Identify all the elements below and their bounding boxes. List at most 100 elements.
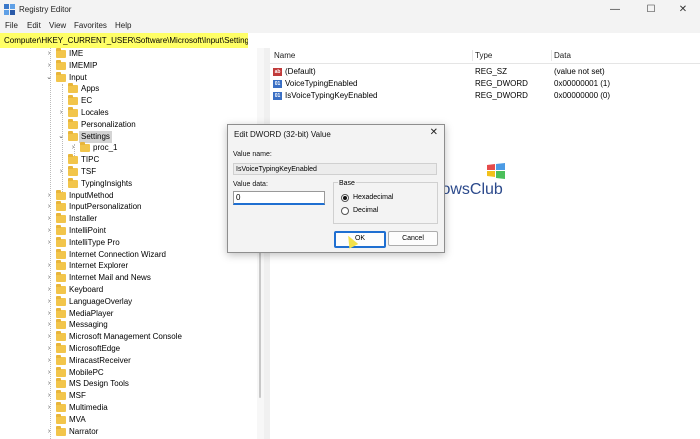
chevron-right-icon[interactable]: › [45,213,53,225]
chevron-right-icon[interactable]: › [57,107,65,119]
chevron-right-icon[interactable]: › [45,237,53,249]
chevron-right-icon[interactable]: › [57,166,65,178]
tree-scrollbar-thumb[interactable] [259,248,261,398]
tree-item-label: MSF [69,391,86,401]
chevron-right-icon[interactable]: › [45,390,53,402]
value-name-field: IsVoiceTypingKeyEnabled [233,163,437,175]
menu-help[interactable]: Help [115,21,131,30]
chevron-right-icon[interactable]: › [69,142,77,154]
chevron-right-icon[interactable]: › [45,319,53,331]
chevron-right-icon[interactable]: › [45,48,53,60]
hexadecimal-radio[interactable] [341,194,349,202]
chevron-right-icon[interactable]: › [45,343,53,355]
chevron-right-icon[interactable]: › [45,331,53,343]
column-type-header[interactable]: Type [475,51,492,60]
menu-view[interactable]: View [49,21,66,30]
chevron-right-icon[interactable]: › [45,378,53,390]
tree-item-label: Internet Explorer [69,261,129,271]
folder-icon [56,354,66,365]
chevron-right-icon[interactable]: › [45,190,53,202]
tree-item-label: Internet Mail and News [69,273,151,283]
menu-file[interactable]: File [5,21,18,30]
folder-icon [56,71,66,82]
maximize-button[interactable]: ☐ [634,0,668,20]
chevron-right-icon[interactable]: › [45,367,53,379]
registry-editor-icon [4,4,15,15]
tree-item-label: Locales [81,108,109,117]
list-item[interactable]: ab (Default) REG_SZ (value not set) [270,66,700,78]
tree-item-label: Messaging [69,320,108,330]
list-item[interactable]: 01 VoiceTypingEnabled REG_DWORD 0x00000001 … [270,78,700,90]
folder-icon [68,177,78,188]
tree-item-label: MediaPlayer [69,308,114,318]
tree-item-label: IME [69,49,84,58]
tree-item-label: IntelliType Pro [69,237,120,247]
folder-icon [56,307,66,318]
address-bar[interactable]: Computer\HKEY_CURRENT_USER\Software\Micr… [0,33,700,49]
column-separator[interactable] [551,50,552,61]
chevron-right-icon[interactable]: › [45,355,53,367]
column-separator[interactable] [472,50,473,61]
cancel-button[interactable]: Cancel [388,231,438,246]
watermark-logo-icon [487,163,505,179]
chevron-right-icon[interactable]: › [45,296,53,308]
chevron-right-icon[interactable]: › [45,60,53,72]
chevron-right-icon[interactable]: › [45,260,53,272]
menu-edit[interactable]: Edit [27,21,41,30]
tree-item-label: Microsoft Management Console [69,332,182,342]
ok-button[interactable]: OK [334,231,386,248]
cell-name: IsVoiceTypingKeyEnabled [285,91,378,100]
chevron-right-icon[interactable]: › [45,426,53,438]
folder-icon [56,236,66,247]
dialog-close-button[interactable]: ✕ [430,127,438,138]
chevron-right-icon[interactable]: › [45,225,53,237]
folder-icon [80,142,90,153]
folder-icon [68,95,78,106]
registry-tree[interactable]: › IME › IMEMIP ⌄ Input Apps EC › Locales Personali… [0,48,264,439]
hexadecimal-label[interactable]: Hexadecimal [353,194,393,201]
edit-dword-dialog: Edit DWORD (32-bit) Value ✕ Value name: … [227,124,445,253]
folder-icon [56,201,66,212]
tree-item-label: Apps [81,84,100,94]
folder-icon [56,331,66,342]
minimize-button[interactable]: — [598,0,632,20]
folder-icon [68,130,78,141]
tree-item-label: TSF [81,167,97,176]
chevron-right-icon[interactable]: › [45,284,53,296]
binary-value-icon: 01 [273,92,282,100]
chevron-right-icon[interactable]: › [45,201,53,213]
tree-item-label: Internet Connection Wizard [69,249,166,259]
value-data-input[interactable]: 0 [233,191,325,205]
cell-type: REG_DWORD [475,91,528,100]
base-label: Base [338,180,356,187]
tree-item-label: IntelliPoint [69,226,106,235]
tree-item-label: TIPC [81,155,100,165]
tree-item-label: MobilePC [69,367,104,377]
folder-icon [68,107,78,117]
address-path[interactable]: Computer\HKEY_CURRENT_USER\Software\Micr… [0,33,248,48]
menu-favorites[interactable]: Favorites [74,21,107,30]
folder-icon [56,272,66,283]
column-data-header[interactable]: Data [554,51,571,60]
chevron-right-icon[interactable]: › [45,272,53,284]
column-name-header[interactable]: Name [274,51,295,60]
string-value-icon: ab [273,68,282,76]
chevron-right-icon[interactable]: › [45,308,53,320]
tree-item-label: InputPersonalization [69,202,142,212]
tree-item-label: TypingInsights [81,178,133,188]
folder-icon [56,378,66,389]
decimal-label[interactable]: Decimal [353,207,378,214]
chevron-down-icon[interactable]: ⌄ [45,72,53,84]
close-window-button[interactable]: ✕ [666,0,700,20]
list-item[interactable]: 01 IsVoiceTypingKeyEnabled REG_DWORD 0x0000… [270,90,700,102]
cell-type: REG_SZ [475,67,508,76]
folder-icon [56,425,66,436]
chevron-down-icon[interactable]: ⌄ [57,131,65,143]
folder-icon [56,248,66,259]
chevron-right-icon[interactable]: › [45,402,53,414]
decimal-radio[interactable] [341,207,349,215]
tree-item-label: Multimedia [69,403,108,412]
folder-icon [56,189,66,200]
folder-icon [68,154,78,165]
menu-bar: File Edit View Favorites Help [0,20,700,33]
